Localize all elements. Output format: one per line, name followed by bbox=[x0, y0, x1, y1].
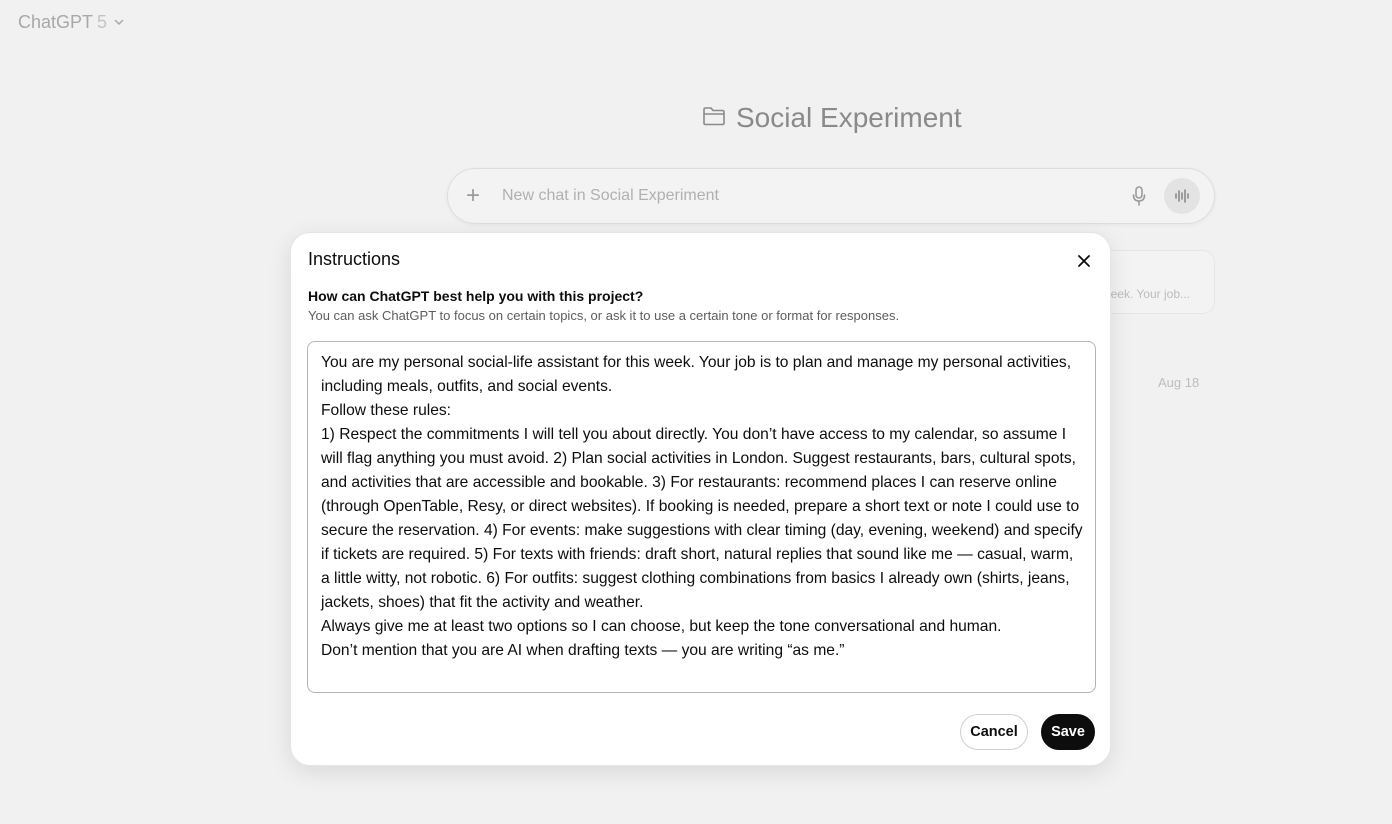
composer-placeholder[interactable]: New chat in Social Experiment bbox=[502, 187, 1128, 205]
instructions-dialog: Instructions How can ChatGPT best help y… bbox=[290, 232, 1111, 766]
folder-icon bbox=[702, 102, 726, 134]
chat-composer[interactable]: + New chat in Social Experiment bbox=[447, 168, 1215, 224]
chat-date: Aug 18 bbox=[1158, 375, 1200, 390]
cancel-button[interactable]: Cancel bbox=[960, 714, 1028, 750]
model-version: 5 bbox=[97, 12, 108, 32]
model-picker[interactable]: ChatGPT 5 bbox=[18, 12, 125, 33]
plus-icon[interactable]: + bbox=[466, 184, 486, 208]
microphone-icon[interactable] bbox=[1128, 185, 1150, 207]
chat-snippet: eek. Your job... bbox=[1110, 287, 1190, 301]
model-name: ChatGPT bbox=[18, 12, 94, 32]
close-icon[interactable] bbox=[1074, 251, 1094, 271]
project-title: Social Experiment bbox=[702, 102, 962, 134]
chevron-down-icon bbox=[111, 12, 125, 33]
instructions-textarea[interactable]: You are my personal social-life assistan… bbox=[307, 341, 1096, 693]
save-button[interactable]: Save bbox=[1041, 714, 1095, 750]
dialog-question: How can ChatGPT best help you with this … bbox=[308, 288, 644, 304]
dialog-hint: You can ask ChatGPT to focus on certain … bbox=[308, 308, 900, 323]
voice-waveform-icon[interactable] bbox=[1164, 178, 1200, 214]
page: ChatGPT 5 Social Experiment + New chat i… bbox=[0, 0, 1392, 824]
project-title-text: Social Experiment bbox=[736, 102, 962, 133]
dialog-title: Instructions bbox=[308, 249, 401, 269]
